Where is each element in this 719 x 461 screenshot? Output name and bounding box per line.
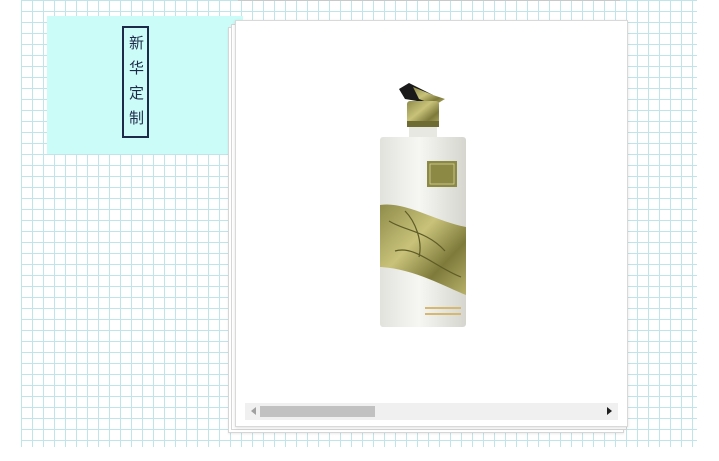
scroll-left-arrow-icon[interactable] [251,407,256,415]
horizontal-scrollbar[interactable] [245,403,618,420]
liquor-bottle-image [380,83,466,327]
image-viewer[interactable] [235,20,628,427]
vertical-label-box: 新华定制 [122,26,149,138]
page-top-edge [238,0,620,1]
scrollbar-thumb[interactable] [260,406,375,417]
vertical-label-text: 新华定制 [127,35,145,135]
scroll-right-arrow-icon[interactable] [607,407,612,415]
